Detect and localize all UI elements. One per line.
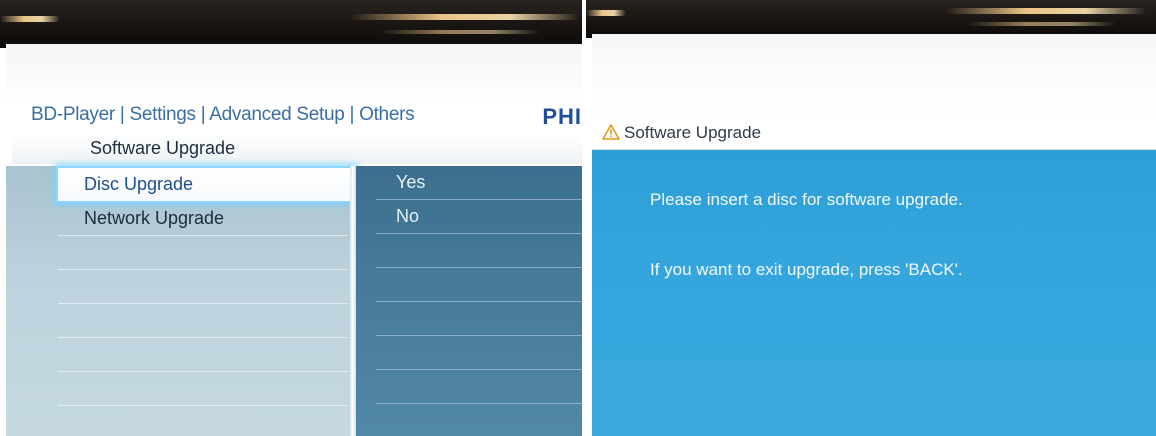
warning-icon bbox=[602, 124, 620, 140]
option-empty bbox=[376, 336, 582, 370]
light-reflection bbox=[380, 30, 540, 34]
option-empty bbox=[376, 302, 582, 336]
light-reflection bbox=[946, 8, 1146, 14]
brand-logo: PHI bbox=[542, 104, 582, 129]
menu-item-empty bbox=[58, 236, 348, 270]
dialog-message-exit: If you want to exit upgrade, press 'BACK… bbox=[650, 260, 963, 279]
menu-item-label: Disc Upgrade bbox=[84, 174, 194, 194]
menu-list: Disc Upgrade Network Upgrade bbox=[6, 166, 356, 436]
menu-item-disc-upgrade[interactable]: Disc Upgrade bbox=[56, 166, 356, 203]
section-title-bar: Software Upgrade bbox=[12, 134, 582, 164]
right-photo: Software Upgrade Please insert a disc fo… bbox=[586, 0, 1156, 436]
option-label: No bbox=[396, 206, 420, 226]
options-panel: Yes No bbox=[356, 166, 582, 436]
light-reflection bbox=[0, 16, 60, 22]
light-reflection bbox=[350, 14, 580, 20]
left-photo: BD-Player | Settings | Advanced Setup | … bbox=[0, 0, 582, 436]
menu-item-empty bbox=[58, 338, 348, 372]
menu-item-network-upgrade[interactable]: Network Upgrade bbox=[58, 202, 348, 236]
menu-item-empty bbox=[58, 372, 348, 406]
section-title: Software Upgrade bbox=[90, 138, 236, 158]
option-empty bbox=[376, 234, 582, 268]
dialog-header: Software Upgrade bbox=[592, 117, 1156, 150]
upgrade-dialog-screen: Software Upgrade Please insert a disc fo… bbox=[592, 34, 1156, 436]
dialog-title: Software Upgrade bbox=[624, 123, 762, 142]
menu-item-empty bbox=[58, 270, 348, 304]
menu-item-empty bbox=[58, 406, 348, 436]
tv-bezel bbox=[0, 0, 582, 48]
menu-item-label: Network Upgrade bbox=[84, 208, 225, 228]
option-no[interactable]: No bbox=[376, 200, 582, 234]
option-label: Yes bbox=[396, 172, 426, 192]
light-reflection bbox=[586, 10, 626, 16]
header-area: BD-Player | Settings | Advanced Setup | … bbox=[6, 44, 582, 144]
option-empty bbox=[376, 404, 582, 436]
dialog-body: Please insert a disc for software upgrad… bbox=[592, 150, 1156, 436]
breadcrumb: BD-Player | Settings | Advanced Setup | … bbox=[31, 104, 415, 125]
menu-body: Disc Upgrade Network Upgrade Yes No bbox=[6, 166, 582, 436]
menu-item-empty bbox=[58, 304, 348, 338]
dialog-message: Please insert a disc for software upgrad… bbox=[650, 190, 963, 209]
light-reflection bbox=[966, 22, 1116, 26]
tv-bezel bbox=[586, 0, 1156, 38]
option-empty bbox=[376, 268, 582, 302]
option-empty bbox=[376, 370, 582, 404]
settings-screen: BD-Player | Settings | Advanced Setup | … bbox=[6, 44, 582, 436]
option-yes[interactable]: Yes bbox=[376, 166, 582, 200]
